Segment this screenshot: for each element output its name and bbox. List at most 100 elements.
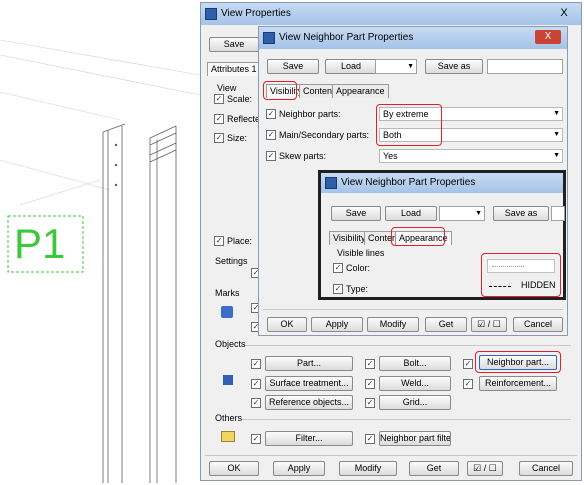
weld-button[interactable]: Weld... — [379, 376, 451, 391]
color-label: Color: — [346, 263, 371, 273]
skew-parts-select[interactable]: Yes ▼ — [379, 149, 563, 163]
save-as-button[interactable]: Save as — [425, 59, 483, 74]
appearance-dialog: View Neighbor Part Properties Save Load … — [318, 170, 566, 300]
surface-checkbox[interactable]: ✓ — [251, 379, 261, 389]
scale-checkbox[interactable]: ✓ — [214, 94, 224, 104]
cancel-button[interactable]: Cancel — [513, 317, 563, 332]
marks-label: Marks — [215, 288, 240, 298]
chevron-down-icon: ▼ — [553, 131, 560, 138]
type-checkbox[interactable]: ✓ — [333, 284, 343, 294]
get-button[interactable]: Get — [409, 461, 459, 476]
grid-checkbox[interactable]: ✓ — [365, 398, 375, 408]
toggle-all-button[interactable]: ☑ / ☐ — [467, 461, 503, 476]
others-label: Others — [215, 413, 243, 423]
others-separator — [241, 419, 571, 420]
filter-button[interactable]: Filter... — [265, 431, 353, 446]
neighbor-part-filter-button[interactable]: Neighbor part filter... — [379, 431, 451, 446]
app-icon — [263, 32, 275, 44]
save-button[interactable]: Save — [267, 59, 319, 74]
reflected-checkbox[interactable]: ✓ — [214, 114, 224, 124]
neighbor-part-checkbox[interactable]: ✓ — [463, 359, 473, 369]
surface-treatment-button[interactable]: Surface treatment... — [265, 376, 353, 391]
skew-parts-label: Skew parts: — [279, 151, 327, 161]
chevron-down-icon: ▼ — [553, 152, 560, 159]
load-button[interactable]: Load — [385, 206, 437, 221]
app-icon — [205, 8, 217, 20]
window-title: View Properties — [221, 8, 291, 19]
grid-button[interactable]: Grid... — [379, 395, 451, 410]
apply-button[interactable]: Apply — [311, 317, 363, 332]
chevron-down-icon: ▼ — [553, 110, 560, 117]
main-secondary-checkbox[interactable]: ✓ — [266, 130, 276, 140]
objects-separator — [241, 345, 571, 346]
apply-button[interactable]: Apply — [273, 461, 325, 476]
neighbor-dialog-title: View Neighbor Part Properties — [279, 32, 414, 43]
chevron-down-icon: ▼ — [407, 63, 414, 70]
save-as-name-input[interactable] — [551, 206, 565, 221]
get-button[interactable]: Get — [425, 317, 467, 332]
save-as-name-input[interactable] — [487, 59, 563, 74]
preset-dropdown[interactable]: ▼ — [439, 206, 485, 221]
reference-objects-button[interactable]: Reference objects... — [265, 395, 353, 410]
visible-lines-label: Visible lines — [337, 248, 385, 258]
neighbor-filter-checkbox[interactable]: ✓ — [365, 434, 375, 444]
neighbor-parts-label: Neighbor parts: — [279, 109, 341, 119]
bottom-separator — [205, 455, 577, 456]
reinforcement-checkbox[interactable]: ✓ — [463, 379, 473, 389]
dialog-bottom-separator — [263, 309, 563, 310]
scale-label: Scale: — [227, 94, 253, 104]
ok-button[interactable]: OK — [209, 461, 259, 476]
visibility-tab-highlight — [263, 81, 297, 100]
modify-button[interactable]: Modify — [367, 317, 419, 332]
skew-parts-value: Yes — [383, 151, 398, 161]
appearance-values-highlight — [481, 253, 561, 297]
filter-icon — [221, 431, 235, 442]
view-group-label: View — [217, 83, 237, 93]
weld-checkbox[interactable]: ✓ — [365, 379, 375, 389]
chevron-down-icon: ▼ — [475, 210, 482, 217]
appearance-dialog-title: View Neighbor Part Properties — [341, 177, 476, 188]
appearance-dialog-titlebar: View Neighbor Part Properties — [321, 173, 563, 193]
main-secondary-label: Main/Secondary parts: — [279, 130, 370, 140]
filter-checkbox[interactable]: ✓ — [251, 434, 261, 444]
close-icon[interactable]: X — [553, 6, 575, 20]
neighbor-dialog-titlebar: View Neighbor Part Properties — [259, 27, 567, 49]
objects-icon — [223, 375, 233, 385]
load-button[interactable]: Load — [325, 59, 377, 74]
bolt-checkbox[interactable]: ✓ — [365, 359, 375, 369]
reinforcement-button[interactable]: Reinforcement... — [479, 376, 557, 391]
cancel-button[interactable]: Cancel — [519, 461, 573, 476]
marks-icon — [221, 306, 233, 318]
place-label: Place: — [227, 236, 253, 246]
neighbor-parts-checkbox[interactable]: ✓ — [266, 109, 276, 119]
preset-dropdown[interactable]: ▼ — [375, 59, 417, 74]
appearance-tab-highlight — [391, 227, 445, 246]
type-label: Type: — [346, 284, 369, 294]
part-button[interactable]: Part... — [265, 356, 353, 371]
save-as-button[interactable]: Save as — [493, 206, 549, 221]
skew-parts-checkbox[interactable]: ✓ — [266, 151, 276, 161]
size-checkbox[interactable]: ✓ — [214, 133, 224, 143]
tab-appearance[interactable]: Appearance — [332, 84, 389, 98]
objects-label: Objects — [215, 339, 246, 349]
app-icon — [325, 177, 337, 189]
part-checkbox[interactable]: ✓ — [251, 359, 261, 369]
bolt-button[interactable]: Bolt... — [379, 356, 451, 371]
tab-attributes-1[interactable]: Attributes 1 — [207, 62, 261, 76]
settings-label: Settings — [215, 256, 248, 266]
neighbor-part-highlight — [475, 351, 561, 373]
place-checkbox[interactable]: ✓ — [214, 236, 224, 246]
ok-button[interactable]: OK — [267, 317, 307, 332]
view-properties-titlebar: View Properties — [201, 3, 581, 25]
selection-highlight — [376, 104, 442, 146]
cad-part-label: P1 — [14, 220, 66, 267]
close-icon[interactable]: X — [535, 30, 561, 44]
toggle-all-button[interactable]: ☑ / ☐ — [471, 317, 507, 332]
save-button[interactable]: Save — [331, 206, 381, 221]
color-checkbox[interactable]: ✓ — [333, 263, 343, 273]
size-label: Size: — [227, 133, 248, 143]
save-button[interactable]: Save — [209, 37, 259, 52]
modify-button[interactable]: Modify — [339, 461, 397, 476]
cad-viewport[interactable]: P1 — [0, 0, 201, 483]
reference-checkbox[interactable]: ✓ — [251, 398, 261, 408]
